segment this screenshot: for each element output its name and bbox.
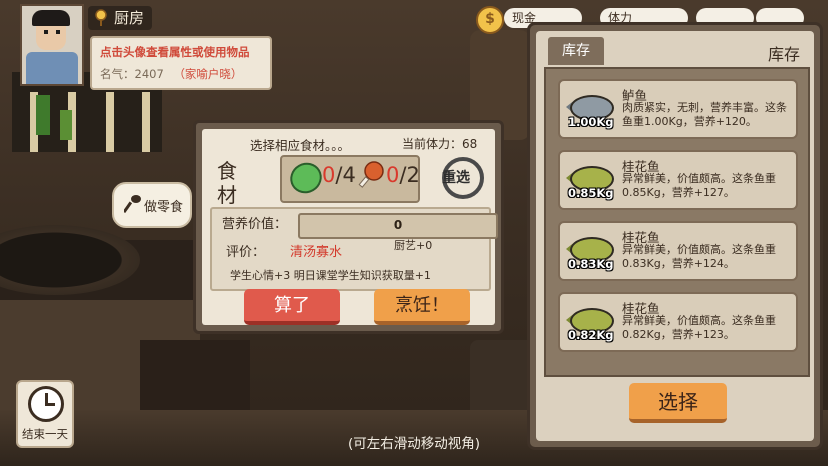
current-stamina: 当前体力：68 <box>402 137 478 151</box>
profile-info-panel[interactable]: 点击头像查看属性或使用物品 名气：2407 （家喻户晓） <box>90 36 272 90</box>
cooking-skill-gain: 厨艺+0 <box>394 239 433 252</box>
location-name: 厨房 <box>114 9 145 27</box>
inventory-list[interactable]: 1.00Kg 鲈鱼 肉质紧实，无刺，营养丰富。这条鱼重1.00Kg，营养+120。 0… <box>544 67 810 377</box>
inventory-body: 库存 库存 1.00Kg 鲈鱼 肉质紧实，无刺，营养丰富。这条鱼重1.00Kg，营养… <box>536 31 814 441</box>
item-description: 异常鲜美，价值颇高。这条鱼重0.85Kg，营养+127。 <box>622 172 776 199</box>
fame-title: （家喻户晓） <box>173 67 243 81</box>
cancel-button[interactable]: 算了 <box>244 289 340 325</box>
meat-count: 0/2 <box>386 163 420 187</box>
window-plant <box>60 110 72 140</box>
vegetable-required: /4 <box>335 163 356 187</box>
fish-icon: 0.83Kg <box>566 227 618 275</box>
meat-required: /2 <box>399 163 420 187</box>
avatar-hair <box>32 10 70 26</box>
scroll-hint: (可左右滑动移动视角) <box>347 436 481 452</box>
location-label: 厨房 <box>88 6 153 30</box>
inventory-item[interactable]: 0.85Kg 桂花鱼 异常鲜美，价值颇高。这条鱼重0.85Kg，营养+127。 <box>558 150 798 210</box>
meat-current: 0 <box>386 163 400 187</box>
cooking-dialog: 选择相应食材。。。 当前体力：68 食材 0/4 0/2 重选 营养价值： 0 … <box>193 120 504 334</box>
inventory-item[interactable]: 0.83Kg 桂花鱼 异常鲜美，价值颇高。这条鱼重0.83Kg，营养+124。 <box>558 221 798 281</box>
fish-weight: 0.82Kg <box>568 328 614 342</box>
rating-value: 清汤寡水 <box>290 245 343 260</box>
select-button[interactable]: 选择 <box>629 383 727 423</box>
avatar-body <box>26 52 78 84</box>
avatar-hint: 点击头像查看属性或使用物品 <box>100 45 250 59</box>
window-plant <box>36 95 50 135</box>
vegetable-current: 0 <box>322 163 336 187</box>
window-bar <box>106 92 114 152</box>
rating-label: 评价： <box>226 245 266 260</box>
vegetable-icon <box>284 157 328 199</box>
avatar-eye <box>56 30 60 34</box>
fame-label: 名气： <box>100 67 135 81</box>
nutrition-value: 0 <box>393 218 403 232</box>
fish-icon: 1.00Kg <box>566 85 618 133</box>
fish-weight: 0.85Kg <box>568 186 614 200</box>
ingredients-label: 食材 <box>217 159 237 207</box>
window-bar <box>142 92 150 152</box>
inventory-title: 库存 <box>767 45 800 64</box>
reselect-label: 重选 <box>442 170 470 186</box>
location-pin-icon <box>95 9 107 26</box>
fish-weight: 1.00Kg <box>568 115 614 129</box>
nutrition-panel: 营养价值： 0 评价： 清汤寡水 厨艺+0 学生心情+3 明日课堂学生知识获取量… <box>210 207 498 291</box>
cooking-title: 选择相应食材。。。 <box>250 138 351 153</box>
inventory-panel: 库存 库存 1.00Kg 鲈鱼 肉质紧实，无刺，营养丰富。这条鱼重1.00Kg，营养… <box>527 22 823 450</box>
meal-effects: 学生心情+3 明日课堂学生知识获取量+1 <box>230 269 431 282</box>
player-avatar[interactable] <box>20 4 84 86</box>
nutrition-bar: 0 <box>298 213 498 239</box>
inventory-item[interactable]: 1.00Kg 鲈鱼 肉质紧实，无刺，营养丰富。这条鱼重1.00Kg，营养+120。 <box>558 79 798 139</box>
clock-icon <box>28 386 64 422</box>
item-description: 异常鲜美，价值颇高。这条鱼重0.82Kg，营养+123。 <box>622 314 776 341</box>
vegetable-count: 0/4 <box>322 163 356 187</box>
fame-line: 名气：2407 （家喻户晓） <box>100 66 242 82</box>
cook-button[interactable]: 烹饪！ <box>374 289 470 325</box>
fish-icon: 0.85Kg <box>566 156 618 204</box>
make-snack-label: 做零食 <box>144 200 184 215</box>
inventory-item[interactable]: 0.82Kg 桂花鱼 异常鲜美，价值颇高。这条鱼重0.82Kg，营养+123。 <box>558 292 798 352</box>
nutrition-label: 营养价值： <box>222 217 288 232</box>
clock-minute-hand <box>45 403 55 406</box>
fame-value: 2407 <box>134 67 164 81</box>
make-snack-button[interactable]: 做零食 <box>112 182 192 228</box>
reselect-button[interactable]: 重选 <box>440 155 484 199</box>
tab-inventory[interactable]: 库存 <box>548 37 604 65</box>
cash-coin-icon: $ <box>476 6 504 34</box>
meat-icon <box>358 161 384 188</box>
fish-weight: 0.83Kg <box>568 257 614 271</box>
item-description: 肉质紧实，无刺，营养丰富。这条鱼重1.00Kg，营养+120。 <box>622 101 787 128</box>
ingredient-slots[interactable]: 0/4 0/2 <box>280 155 420 203</box>
cooking-dialog-body: 选择相应食材。。。 当前体力：68 食材 0/4 0/2 重选 营养价值： 0 … <box>202 129 498 325</box>
avatar-eye <box>44 30 48 34</box>
spatula-icon <box>124 195 141 214</box>
item-description: 异常鲜美，价值颇高。这条鱼重0.83Kg，营养+124。 <box>622 243 776 270</box>
fish-icon: 0.82Kg <box>566 298 618 346</box>
